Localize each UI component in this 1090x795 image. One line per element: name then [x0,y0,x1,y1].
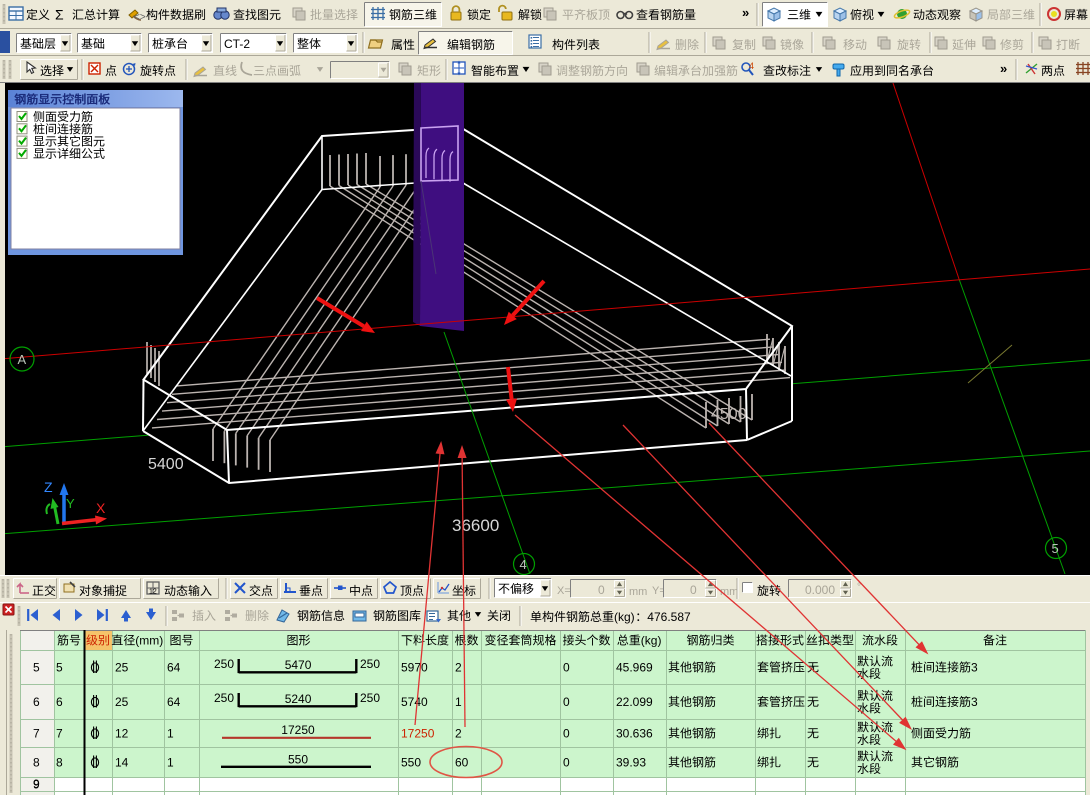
svg-text:2: 2 [455,727,462,741]
svg-text:22.099: 22.099 [616,695,653,709]
svg-text:0: 0 [690,583,697,597]
svg-text:5: 5 [33,661,40,675]
svg-text:5240: 5240 [285,692,312,706]
svg-text:3: 3 [971,695,978,709]
svg-text:5970: 5970 [401,661,428,675]
svg-text:CT-2: CT-2 [224,37,250,51]
svg-text:25: 25 [115,695,129,709]
svg-text:14: 14 [115,756,129,770]
svg-text:5470: 5470 [285,658,312,672]
svg-text:3: 3 [971,661,978,675]
svg-text:250: 250 [360,691,380,705]
svg-text:0: 0 [563,727,570,741]
svg-text:64: 64 [167,661,181,675]
svg-text:250: 250 [214,657,234,671]
svg-text:4500: 4500 [711,406,747,423]
svg-text:8: 8 [33,756,40,770]
svg-text:»: » [1000,61,1007,76]
svg-text:1: 1 [167,727,174,741]
svg-text:36600: 36600 [452,516,499,535]
svg-text:mm: mm [720,586,738,598]
svg-text:0.000: 0.000 [805,583,835,597]
svg-text:250: 250 [360,657,380,671]
svg-text:45.969: 45.969 [616,661,653,675]
svg-text:0: 0 [563,695,570,709]
svg-text:5400: 5400 [148,456,184,473]
svg-text:550: 550 [401,756,421,770]
svg-text:476.587: 476.587 [647,610,691,624]
svg-text:0: 0 [563,756,570,770]
svg-text:8: 8 [56,756,63,770]
svg-text:Σ: Σ [55,7,64,23]
svg-text:17250: 17250 [401,727,435,741]
svg-text:6: 6 [33,695,40,709]
svg-text:12: 12 [149,589,157,596]
svg-text:39.93: 39.93 [616,756,646,770]
svg-text:mm: mm [629,586,647,598]
svg-text:12: 12 [115,727,129,741]
svg-text:0: 0 [598,583,605,597]
svg-text:6: 6 [56,695,63,709]
svg-text:X: X [96,500,106,516]
svg-text:17250: 17250 [281,723,315,737]
svg-text:»: » [742,5,749,20]
svg-text:(kg): (kg) [641,634,662,648]
svg-text:0: 0 [563,661,570,675]
svg-text:X=: X= [557,585,571,597]
svg-text:550: 550 [288,753,308,767]
svg-text:A: A [18,352,27,367]
svg-text:25: 25 [115,661,129,675]
svg-text:9: 9 [33,777,40,791]
svg-text:2: 2 [455,661,462,675]
svg-text:4: 4 [520,557,527,572]
svg-text:5: 5 [1052,541,1059,556]
svg-text:60: 60 [455,756,469,770]
svg-text:1: 1 [455,695,462,709]
svg-text:64: 64 [167,695,181,709]
svg-text:4: 4 [749,61,754,71]
svg-text:(mm): (mm) [135,634,163,648]
svg-text:Z: Z [44,479,53,495]
svg-text:5740: 5740 [401,695,428,709]
svg-text:250: 250 [214,691,234,705]
svg-text:(kg): (kg) [614,610,635,624]
svg-text:30.636: 30.636 [616,727,653,741]
svg-text:7: 7 [33,727,40,741]
svg-text:5: 5 [56,661,63,675]
svg-text:<>: <> [134,12,146,23]
svg-text:7: 7 [56,727,63,741]
svg-text:1: 1 [167,756,174,770]
svg-text:Y: Y [66,496,75,511]
